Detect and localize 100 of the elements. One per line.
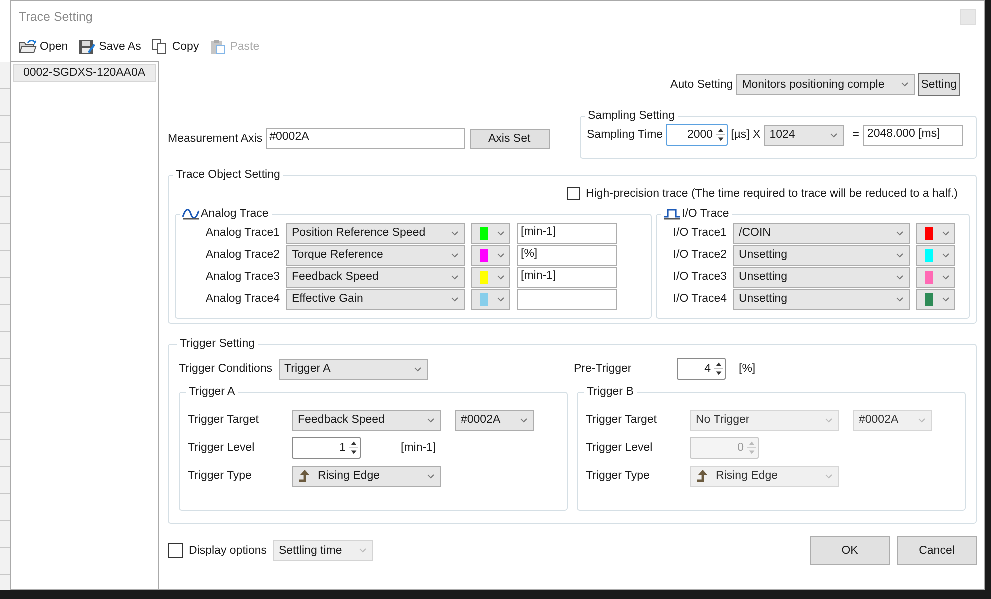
trace-signal-dropdown[interactable]: Torque Reference: [286, 244, 465, 266]
chevron-icon: [414, 366, 422, 372]
toolbar-button[interactable]: Copy: [151, 39, 200, 55]
trace-label: I/O Trace2: [672, 249, 727, 261]
field-label: Trigger Conditions: [179, 363, 273, 375]
trace-signal-dropdown[interactable]: Feedback Speed: [286, 266, 465, 288]
color-dropdown[interactable]: [471, 288, 510, 310]
chevron-icon: [942, 230, 950, 236]
dialog-button[interactable]: OK: [810, 536, 890, 565]
pre-trigger-spin-field[interactable]: 4: [677, 358, 726, 380]
close-button[interactable]: [960, 9, 976, 25]
color-dropdown[interactable]: [916, 222, 955, 244]
chevron-icon: [427, 418, 435, 422]
high-precision-checkbox[interactable]: High-precision trace (The time required to trace will be reduced to a half.): [566, 187, 958, 200]
folder-icon: [19, 39, 37, 55]
setting-button[interactable]: Setting: [918, 73, 960, 96]
field-label: Measurement Axis: [168, 132, 263, 144]
clipboard-icon: [209, 39, 228, 55]
chevron-icon: [451, 230, 459, 236]
group-title: Trigger A: [188, 386, 236, 398]
trigger-target-dropdown[interactable]: Feedback Speed: [292, 410, 441, 430]
pulse-icon: [663, 208, 681, 220]
trigger-level-spin-field[interactable]: 1: [292, 437, 361, 459]
axis-field[interactable]: #0002A: [266, 128, 465, 149]
group-title: Trigger Setting: [179, 338, 256, 350]
field-label: Trigger Level: [586, 442, 654, 454]
color-dropdown[interactable]: [471, 222, 510, 244]
trace-label: I/O Trace1: [672, 227, 727, 239]
toolbar-button[interactable]: Save As: [78, 39, 142, 55]
unit-label: [min-1]: [401, 442, 436, 454]
trace-signal-dropdown[interactable]: Effective Gain: [286, 288, 465, 310]
field-label: Trigger Level: [188, 442, 256, 454]
window-title: Trace Setting: [19, 10, 93, 24]
field-label: Sampling Time: [587, 129, 664, 141]
sampling-time-spin-field[interactable]: 2000: [666, 124, 728, 146]
trace-signal-dropdown[interactable]: Unsetting: [733, 266, 910, 288]
chevron-icon: [451, 274, 459, 280]
chevron-icon: [497, 252, 505, 258]
unit-field[interactable]: [min-1]: [517, 266, 617, 288]
group-title: Trace Object Setting: [175, 169, 282, 181]
trace-label: Analog Trace1: [204, 227, 280, 239]
toolbar-button[interactable]: Open: [19, 39, 68, 55]
group-title: Analog Trace: [201, 208, 269, 220]
trigger-conditions-dropdown[interactable]: Trigger A: [278, 358, 428, 380]
spinner-arrows-icon: [349, 439, 359, 457]
field-label: Pre-Trigger: [574, 363, 633, 375]
chevron-icon: [497, 230, 505, 236]
color-dropdown[interactable]: [916, 266, 955, 288]
trace-signal-dropdown[interactable]: Unsetting: [733, 244, 910, 266]
unit-field[interactable]: [min-1]: [517, 222, 617, 244]
trace-label: Analog Trace3: [204, 271, 280, 283]
spinner-arrows-icon: [716, 126, 726, 144]
dialog-button[interactable]: Cancel: [897, 536, 977, 565]
unit-field[interactable]: [517, 288, 617, 310]
sampling-result-field: 2048.000 [ms]: [863, 124, 964, 146]
trace-signal-dropdown[interactable]: /COIN: [733, 222, 910, 244]
field-label: Trigger Type: [188, 470, 253, 482]
copy-icon: [151, 39, 170, 55]
color-dropdown[interactable]: [916, 244, 955, 266]
trigger-axis-dropdown[interactable]: #0002A: [455, 410, 534, 430]
field-label: Trigger Type: [586, 470, 651, 482]
chevron-icon: [520, 418, 528, 422]
group-title: Trigger B: [586, 386, 635, 398]
chevron-icon: [497, 296, 505, 302]
field-label: Trigger Target: [188, 414, 260, 426]
auto-setting-dropdown[interactable]: Monitors positioning comple: [736, 74, 916, 95]
device-list-item[interactable]: 0002-SGDXS-120AA0A: [13, 64, 156, 82]
sample-count-dropdown[interactable]: 1024: [764, 124, 844, 146]
color-dropdown[interactable]: [916, 288, 955, 310]
chevron-icon: [901, 82, 910, 87]
spinner-arrows-icon: [747, 439, 757, 457]
equals-sign: =: [852, 129, 860, 141]
axis-set-button[interactable]: Axis Set: [470, 128, 550, 148]
chevron-icon: [427, 474, 435, 478]
trace-signal-dropdown[interactable]: Unsetting: [733, 288, 910, 310]
chevron-icon: [896, 252, 904, 258]
unit-field[interactable]: [%]: [517, 244, 617, 266]
color-dropdown[interactable]: [471, 244, 510, 266]
chevron-icon: [942, 296, 950, 302]
trace-label: Analog Trace4: [204, 293, 280, 305]
trace-label: Analog Trace2: [204, 249, 280, 261]
trace-signal-dropdown[interactable]: Position Reference Speed: [286, 222, 465, 244]
spinner-arrows-icon: [714, 360, 724, 378]
save-icon: [78, 39, 96, 55]
chevron-icon: [896, 230, 904, 236]
chevron-icon: [451, 296, 459, 302]
group-title: I/O Trace: [682, 208, 730, 220]
chevron-icon: [942, 274, 950, 280]
chevron-icon: [825, 418, 833, 422]
chevron-icon: [896, 296, 904, 302]
trace-label: I/O Trace3: [672, 271, 727, 283]
unit-label: [µs] X: [731, 129, 761, 141]
trigger-type-dropdown[interactable]: Rising Edge: [292, 466, 441, 486]
chevron-icon: [942, 252, 950, 258]
chevron-icon: [497, 274, 505, 280]
field-label: Auto Setting: [670, 78, 734, 90]
chevron-icon: [830, 132, 838, 138]
color-dropdown[interactable]: [471, 266, 510, 288]
chevron-icon: [451, 252, 459, 258]
chevron-icon: [918, 418, 926, 422]
